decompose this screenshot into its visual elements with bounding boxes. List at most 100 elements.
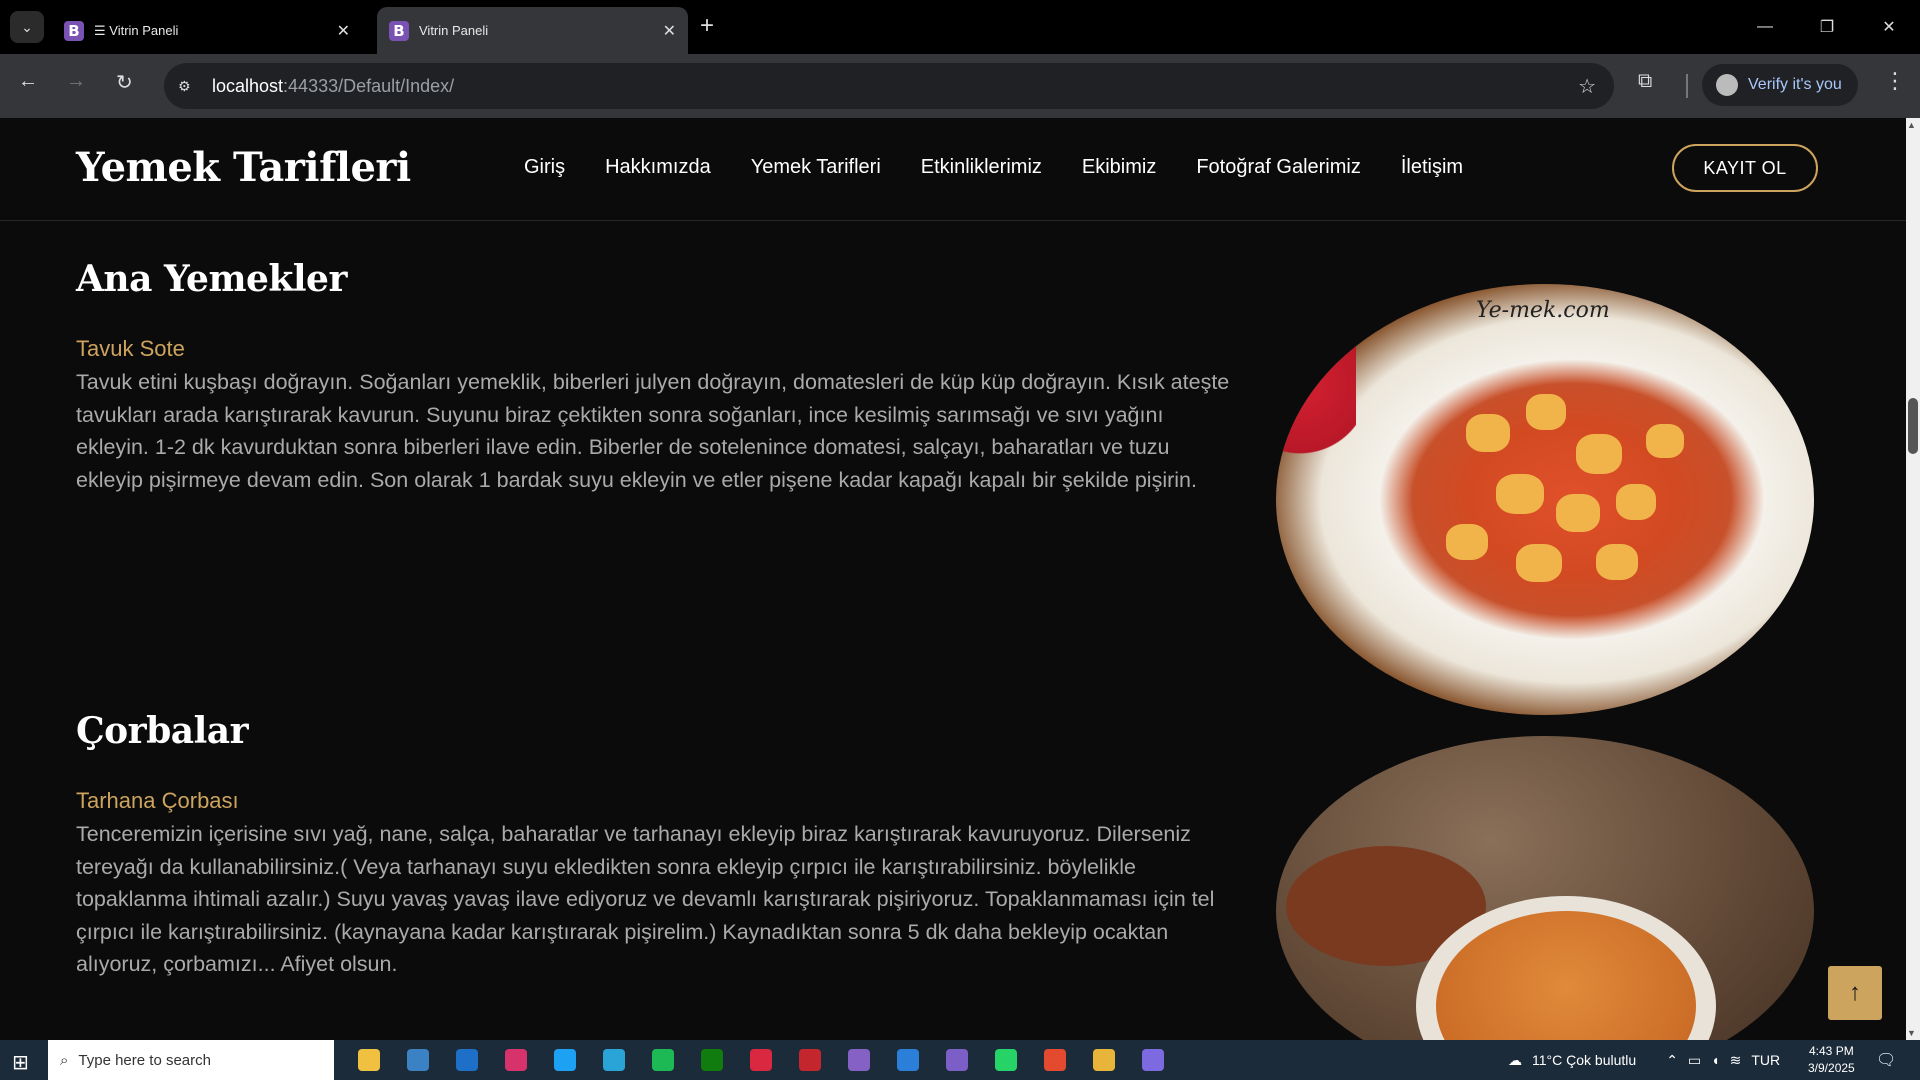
image-watermark: Ye-mek.com [1476,298,1610,323]
nav-item-hakkimizda[interactable]: Hakkımızda [605,156,711,179]
taskbar-search-placeholder: Type here to search [78,1051,211,1069]
forward-arrow-icon[interactable]: → [66,70,86,93]
new-tab-button[interactable]: + [700,12,714,40]
signup-button[interactable]: KAYIT OL [1672,144,1818,192]
taskbar-app-icon[interactable] [883,1040,932,1080]
app-icon [1141,1049,1164,1071]
taskbar-app-icon[interactable] [589,1040,638,1080]
nav-item-etkinliklerimiz[interactable]: Etkinliklerimiz [921,156,1042,179]
taskbar-app-icon[interactable] [932,1040,981,1080]
clock-date: 3/9/2025 [1808,1061,1855,1075]
taskbar-app-icon[interactable] [393,1040,442,1080]
nav-item-iletisim[interactable]: İletişim [1401,156,1463,179]
profile-label: Verify it's you [1748,76,1842,93]
main-nav: Giriş Hakkımızda Yemek Tarifleri Etkinli… [524,156,1463,179]
battery-icon[interactable]: ▭ [1688,1052,1701,1069]
clock-time: 4:43 PM [1809,1044,1854,1058]
tab-inactive[interactable]: B ☰ Vitrin Paneli ✕ [52,7,362,54]
bootstrap-favicon-icon: B [64,20,84,41]
app-icon [553,1049,576,1071]
site-info-icon[interactable]: ⚙ [178,78,202,95]
taskbar-app-icon[interactable] [540,1040,589,1080]
app-icon [798,1049,821,1071]
taskbar-app-icon[interactable] [834,1040,883,1080]
taskbar-app-icon[interactable] [1030,1040,1079,1080]
search-icon: ⌕ [60,1051,69,1069]
windows-taskbar: ⊞ ⌕ Type here to search ☁ 11°C Çok bulut… [0,1040,1920,1080]
scroll-down-icon[interactable]: ▼ [1907,1028,1916,1038]
extensions-icon[interactable]: ⧉ [1638,70,1652,93]
browser-tab-strip: ⌄ B ☰ Vitrin Paneli ✕ B Vitrin Paneli ✕ … [0,0,1920,54]
taskbar-pinned-apps [344,1040,1177,1080]
app-icon [1043,1049,1066,1071]
nav-item-giris[interactable]: Giriş [524,156,565,179]
tab-title: Vitrin Paneli [419,23,489,38]
app-icon [357,1049,380,1071]
taskbar-clock[interactable]: 4:43 PM 3/9/2025 [1808,1043,1855,1077]
close-tab-icon[interactable]: ✕ [663,21,676,41]
site-header: Yemek Tarifleri Giriş Hakkımızda Yemek T… [0,118,1906,221]
windows-start-icon[interactable]: ⊞ [12,1050,29,1075]
tab-title: ☰ Vitrin Paneli [94,22,179,38]
taskbar-app-icon[interactable] [736,1040,785,1080]
avatar [1716,74,1738,96]
section-title: Çorbalar [76,710,249,752]
app-icon [994,1049,1017,1071]
url-text: localhost:44333/Default/Index/ [212,75,455,96]
taskbar-app-icon[interactable] [1079,1040,1128,1080]
nav-item-yemek-tarifleri[interactable]: Yemek Tarifleri [751,156,881,179]
taskbar-app-icon[interactable] [442,1040,491,1080]
nav-item-ekibimiz[interactable]: Ekibimiz [1082,156,1156,179]
app-icon [602,1049,625,1071]
web-page: Yemek Tarifleri Giriş Hakkımızda Yemek T… [0,118,1906,1040]
address-bar[interactable]: ⚙ localhost:44333/Default/Index/ ☆ [164,63,1614,109]
recipe-text: Tavuk etini kuşbaşı doğrayın. Soğanları … [76,370,1230,492]
browser-menu-icon[interactable]: ⋮ [1884,68,1906,94]
close-tab-icon[interactable]: ✕ [337,21,350,41]
wifi-icon[interactable]: ≋ [1730,1052,1742,1069]
app-icon [700,1049,723,1071]
taskbar-app-icon[interactable] [785,1040,834,1080]
tavuk-sote-image: Ye-mek.com [1276,284,1814,715]
restore-icon[interactable]: ❐ [1796,0,1858,54]
taskbar-app-icon[interactable] [344,1040,393,1080]
bookmark-star-icon[interactable]: ☆ [1578,74,1596,99]
weather-cloud-icon: ☁ [1508,1051,1522,1068]
toolbar-divider [1686,74,1688,98]
taskbar-app-icon[interactable] [491,1040,540,1080]
recipe-name: Tarhana Çorbası [76,788,239,813]
chevron-up-icon[interactable]: ⌃ [1666,1052,1678,1069]
section-title: Ana Yemekler [76,258,347,300]
tarhana-corbasi-image [1276,736,1814,1040]
close-window-icon[interactable]: ✕ [1858,0,1920,54]
taskbar-app-icon[interactable] [687,1040,736,1080]
reload-icon[interactable]: ↻ [116,70,133,95]
tab-active[interactable]: B Vitrin Paneli ✕ [377,7,688,54]
site-logo[interactable]: Yemek Tarifleri [76,144,411,191]
scroll-thumb[interactable] [1908,398,1918,454]
weather-text[interactable]: 11°C Çok bulutlu [1532,1052,1636,1068]
taskbar-app-icon[interactable] [638,1040,687,1080]
page-scrollbar[interactable]: ▲ ▼ [1906,118,1920,1040]
nav-item-fotograf-galerimiz[interactable]: Fotoğraf Galerimiz [1196,156,1361,179]
language-indicator[interactable]: TUR [1751,1052,1780,1068]
recipe-text: Tenceremizin içerisine sıvı yağ, nane, s… [76,822,1215,976]
notification-icon[interactable]: 🗨 [1876,1050,1896,1070]
app-icon [504,1049,527,1071]
back-arrow-icon[interactable]: ← [18,70,38,93]
scroll-up-icon[interactable]: ▲ [1907,120,1916,130]
tab-search-button[interactable]: ⌄ [10,11,44,43]
system-tray: ☁ 11°C Çok bulutlu ⌃ ▭ ◖ ≋ TUR [1508,1040,1780,1080]
window-controls: — ❐ ✕ [1734,0,1920,54]
app-icon [749,1049,772,1071]
volume-icon[interactable]: ◖ [1711,1052,1719,1068]
bootstrap-favicon-icon: B [389,20,409,41]
back-to-top-button[interactable]: ↑ [1828,966,1882,1020]
app-icon [406,1049,429,1071]
taskbar-app-icon[interactable] [981,1040,1030,1080]
taskbar-search-input[interactable]: ⌕ Type here to search [48,1040,334,1080]
minimize-icon[interactable]: — [1734,0,1796,54]
taskbar-app-icon[interactable] [1128,1040,1177,1080]
app-icon [651,1049,674,1071]
profile-verify-button[interactable]: Verify it's you [1702,64,1858,106]
